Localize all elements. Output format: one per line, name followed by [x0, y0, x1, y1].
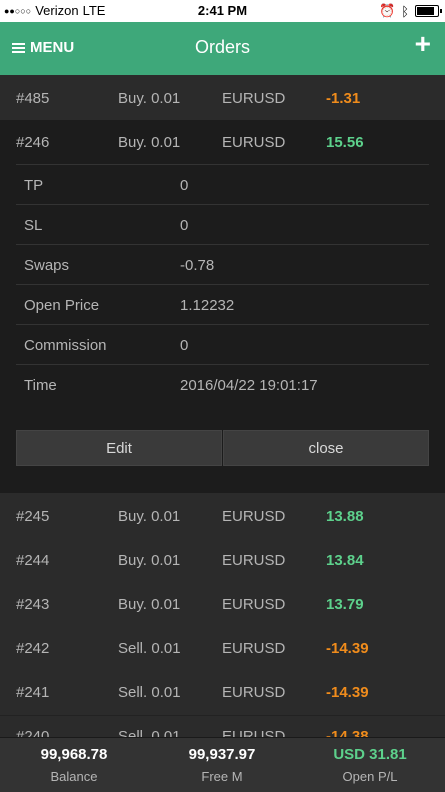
- free-margin-stat: 99,937.97 Free M: [148, 746, 296, 784]
- order-id: #241: [16, 684, 50, 701]
- order-pl: -14.39: [326, 684, 369, 701]
- detail-label: Time: [24, 377, 57, 394]
- close-order-button[interactable]: close: [223, 430, 429, 466]
- alarm-icon: ⏰: [379, 3, 396, 18]
- detail-row-sl: SL 0: [16, 204, 429, 244]
- free-margin-label: Free M: [201, 769, 243, 784]
- order-row-expanded[interactable]: #246 Buy. 0.01 EURUSD 15.56: [0, 120, 445, 164]
- order-pl: 13.88: [326, 508, 364, 525]
- detail-row-open-price: Open Price 1.12232: [16, 284, 429, 324]
- order-symbol: EURUSD: [222, 90, 286, 107]
- order-symbol: EURUSD: [222, 552, 286, 569]
- detail-value: 1.12232: [180, 297, 235, 314]
- balance-value: 99,968.78: [40, 746, 108, 763]
- detail-label: TP: [24, 177, 44, 194]
- order-symbol: EURUSD: [222, 134, 286, 151]
- order-type: Buy. 0.01: [118, 552, 181, 569]
- status-bar: ●●○○○ Verizon LTE 2:41 PM ⏰ ᛒ: [0, 0, 445, 22]
- order-id: #245: [16, 508, 50, 525]
- balance-stat: 99,968.78 Balance: [0, 746, 148, 784]
- battery-icon: [415, 5, 442, 17]
- order-type: Sell. 0.01: [118, 640, 181, 657]
- order-pl: 13.84: [326, 552, 364, 569]
- order-type: Sell. 0.01: [118, 684, 181, 701]
- detail-label: SL: [24, 217, 43, 234]
- detail-value: 2016/04/22 19:01:17: [180, 377, 318, 394]
- order-detail-panel: #246 Buy. 0.01 EURUSD 15.56 TP 0 SL 0 Sw…: [0, 120, 445, 493]
- order-row[interactable]: #242 Sell. 0.01 EURUSD -14.39: [0, 627, 445, 672]
- order-row[interactable]: #245 Buy. 0.01 EURUSD 13.88: [0, 495, 445, 540]
- order-id: #243: [16, 596, 50, 613]
- bluetooth-icon: ᛒ: [401, 3, 409, 19]
- order-type: Buy. 0.01: [118, 134, 181, 151]
- order-type: Buy. 0.01: [118, 596, 181, 613]
- status-right: ⏰ ᛒ: [379, 3, 442, 19]
- order-type: Buy. 0.01: [118, 508, 181, 525]
- page-title: Orders: [194, 37, 250, 57]
- order-row-partial[interactable]: #240 Sell. 0.01 EURUSD -14.38: [0, 716, 445, 738]
- detail-label: Commission: [24, 337, 107, 354]
- detail-value: 0: [180, 177, 189, 194]
- order-pl: -1.31: [326, 90, 361, 107]
- open-pl-stat: USD 31.81 Open P/L: [296, 746, 444, 784]
- order-symbol: EURUSD: [222, 596, 286, 613]
- free-margin-value: 99,937.97: [188, 746, 256, 763]
- order-row[interactable]: #485 Buy. 0.01 EURUSD -1.31: [0, 77, 445, 122]
- order-id: #242: [16, 640, 50, 657]
- order-pl: -14.39: [326, 640, 369, 657]
- edit-button[interactable]: Edit: [16, 430, 222, 466]
- order-id: #246: [16, 134, 50, 151]
- detail-row-time: Time 2016/04/22 19:01:17: [16, 364, 429, 404]
- battery-fill: [417, 7, 434, 15]
- detail-label: Swaps: [24, 257, 70, 274]
- detail-row-swaps: Swaps -0.78: [16, 244, 429, 284]
- order-row[interactable]: #241 Sell. 0.01 EURUSD -14.39: [0, 671, 445, 716]
- order-symbol: EURUSD: [222, 508, 286, 525]
- app-header: MENU Orders +: [0, 22, 445, 75]
- order-id: #244: [16, 552, 50, 569]
- order-pl: 15.56: [326, 134, 364, 151]
- order-symbol: EURUSD: [222, 684, 286, 701]
- order-symbol: EURUSD: [222, 640, 286, 657]
- detail-row-tp: TP 0: [16, 164, 429, 204]
- balance-label: Balance: [50, 769, 98, 784]
- detail-value: 0: [180, 337, 189, 354]
- order-pl: 13.79: [326, 596, 364, 613]
- detail-row-commission: Commission 0: [16, 324, 429, 364]
- order-type: Buy. 0.01: [118, 90, 181, 107]
- detail-label: Open Price: [24, 297, 100, 314]
- detail-value: 0: [180, 217, 189, 234]
- open-pl-value: USD 31.81: [333, 746, 407, 763]
- order-row[interactable]: #244 Buy. 0.01 EURUSD 13.84: [0, 539, 445, 584]
- add-order-button[interactable]: +: [415, 28, 431, 60]
- open-pl-label: Open P/L: [342, 769, 398, 784]
- account-summary-bar: 99,968.78 Balance 99,937.97 Free M USD 3…: [0, 737, 445, 792]
- detail-value: -0.78: [180, 257, 215, 274]
- order-row[interactable]: #243 Buy. 0.01 EURUSD 13.79: [0, 583, 445, 628]
- order-id: #485: [16, 90, 50, 107]
